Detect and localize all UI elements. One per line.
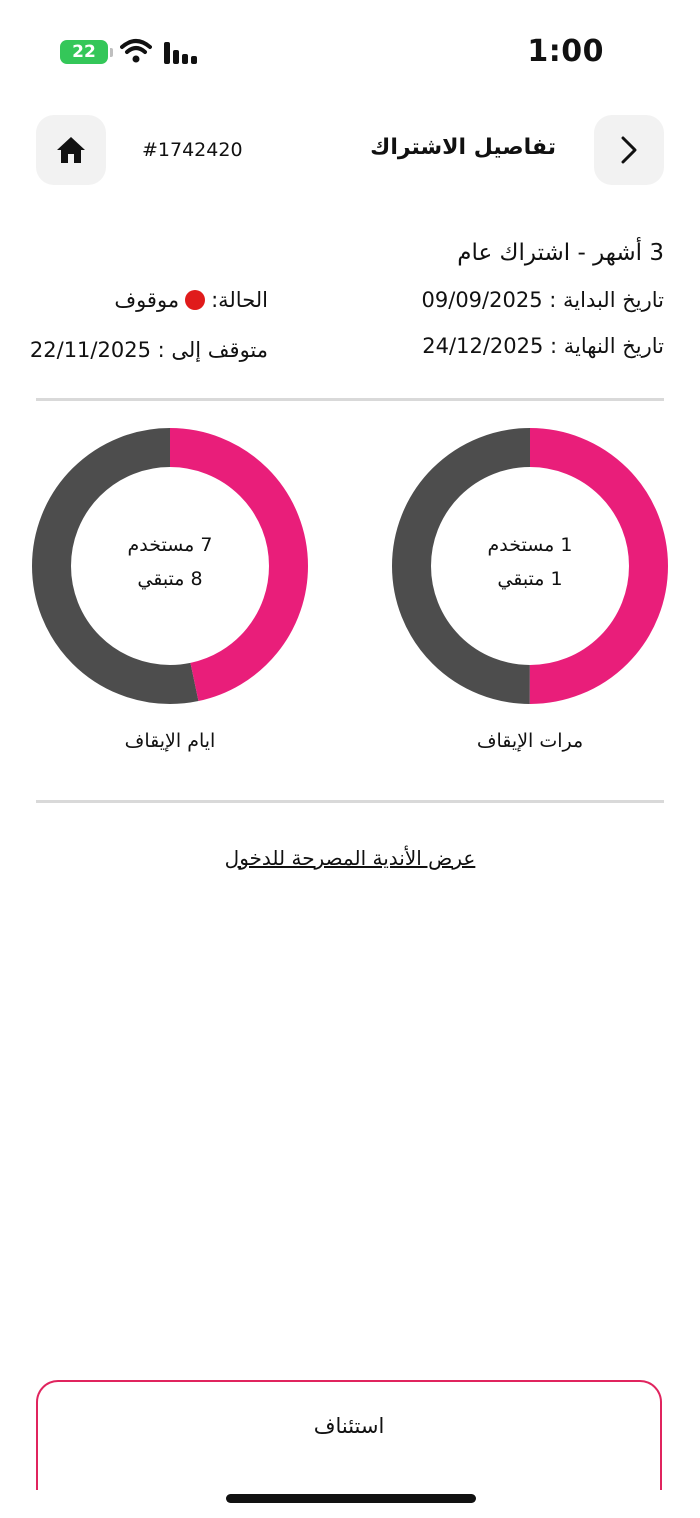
pause-count-chart: 1 مستخدم 1 متبقي مرات الإيقاف [392,428,668,752]
end-date-value: 24/12/2025 [422,334,544,358]
start-date-label: تاريخ البداية : [549,288,664,312]
wifi-icon [120,39,152,63]
pause-count-title: مرات الإيقاف [476,730,584,752]
subscription-id: #1742420 [142,139,243,161]
pause-count-center: 1 مستخدم 1 متبقي [392,528,668,596]
pause-count-remaining: 1 متبقي [497,568,563,590]
pause-count-used: 1 مستخدم [487,534,573,556]
divider [36,800,664,803]
divider [36,398,664,401]
status-row: الحالة: موقوف [114,288,268,312]
resume-button-label: استئناف [313,1414,385,1438]
pause-days-chart: 7 مستخدم 8 متبقي ايام الإيقاف [32,428,308,752]
status-value: موقوف [114,288,180,312]
status-bar: 22 1:00 [0,0,700,100]
battery-tip [110,48,113,57]
home-indicator [226,1494,476,1503]
clock: 1:00 [527,34,604,69]
paused-until-row: متوقف إلى : 22/11/2025 [30,338,268,362]
page-title: تفاصيل الاشتراك [370,135,556,160]
paused-until-value: 22/11/2025 [29,338,151,362]
pause-days-center: 7 مستخدم 8 متبقي [32,528,308,596]
status-dot-icon [185,290,206,310]
pause-days-used: 7 مستخدم [127,534,213,556]
pause-days-remaining: 8 متبقي [137,568,203,590]
start-date-row: تاريخ البداية : 09/09/2025 [422,288,664,312]
signal-icon [164,42,197,64]
home-icon [57,137,85,163]
status-label: الحالة: [211,288,268,312]
battery-icon: 22 [60,40,108,64]
chevron-right-icon [621,136,637,164]
plan-name: 3 أشهر - اشتراك عام [457,240,664,266]
header: #1742420 تفاصيل الاشتراك [0,115,700,185]
start-date-value: 09/09/2025 [421,288,543,312]
resume-button[interactable]: استئناف [36,1380,662,1490]
home-button[interactable] [36,115,106,185]
end-date-label: تاريخ النهاية : [550,334,664,358]
pause-days-title: ايام الإيقاف [124,730,216,752]
battery-level: 22 [72,42,96,62]
back-button[interactable] [594,115,664,185]
end-date-row: تاريخ النهاية : 24/12/2025 [422,334,664,358]
allowed-clubs-link[interactable]: عرض الأندية المصرحة للدخول [0,846,700,870]
paused-until-label: متوقف إلى : [157,338,268,362]
